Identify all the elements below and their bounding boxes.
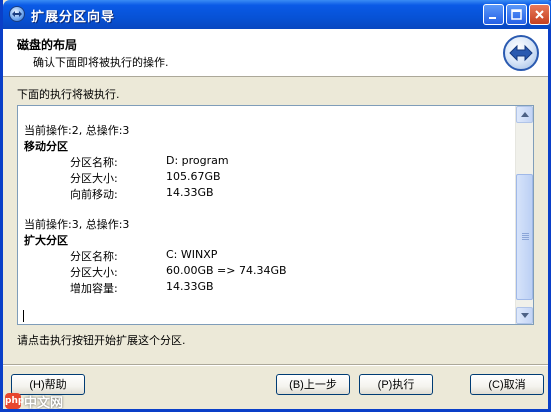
minimize-button[interactable] — [483, 4, 504, 25]
op1-row: 分区名称: D: program — [18, 154, 498, 169]
watermark: php 中文网 — [5, 392, 64, 411]
title-bar[interactable]: 扩展分区向导 — [3, 0, 551, 29]
header-title: 磁盘的布局 — [17, 38, 78, 52]
op1-row-label: 分区名称: — [70, 156, 118, 169]
op2-row-value: 14.33GB — [166, 280, 214, 293]
op2-row: 增加容量: 14.33GB — [18, 280, 498, 295]
close-button[interactable] — [529, 4, 550, 25]
scroll-down-button[interactable] — [516, 307, 533, 324]
resize-arrows-icon — [503, 35, 539, 71]
app-icon — [9, 6, 25, 22]
op1-status: 当前操作:2, 总操作:3 — [24, 124, 130, 137]
wizard-header: 磁盘的布局 确认下面即将被执行的操作. — [3, 29, 548, 77]
cancel-button[interactable]: (C)取消 — [470, 374, 544, 395]
op1-row-value: 105.67GB — [166, 170, 221, 183]
text-caret — [23, 310, 24, 322]
watermark-text: 中文网 — [24, 395, 64, 411]
op2-row-value: 60.00GB => 74.34GB — [166, 264, 287, 277]
vertical-scrollbar[interactable] — [515, 106, 533, 324]
op1-row-label: 向前移动: — [70, 188, 118, 201]
scroll-grip-icon — [522, 233, 529, 241]
prompt-text: 请点击执行按钮开始扩展这个分区. — [17, 334, 186, 347]
op2-row-label: 增加容量: — [70, 282, 118, 295]
op2-status: 当前操作:3, 总操作:3 — [24, 218, 130, 231]
op1-row-value: D: program — [166, 154, 229, 167]
op1-row-value: 14.33GB — [166, 186, 214, 199]
op2-row-label: 分区名称: — [70, 250, 118, 263]
op2-row: 分区大小: 60.00GB => 74.34GB — [18, 264, 498, 279]
maximize-button[interactable] — [506, 4, 527, 25]
window-title: 扩展分区向导 — [31, 10, 116, 25]
op1-name: 移动分区 — [24, 140, 68, 153]
intro-text: 下面的执行将被执行. — [17, 88, 120, 101]
operations-log-content: 当前操作:2, 总操作:3 移动分区 分区名称: D: program 分区大小… — [18, 106, 517, 324]
button-divider — [3, 364, 548, 366]
op2-row-value: C: WINXP — [166, 248, 218, 261]
scroll-thumb[interactable] — [516, 174, 533, 300]
op1-row: 向前移动: 14.33GB — [18, 186, 498, 201]
wizard-window: 扩展分区向导 磁盘的布局 确认下面即将被执行的操作. 下面的执行将被执行. 当前… — [0, 0, 551, 412]
scroll-up-button[interactable] — [516, 106, 533, 123]
operations-log[interactable]: 当前操作:2, 总操作:3 移动分区 分区名称: D: program 分区大小… — [17, 105, 534, 325]
watermark-logo-icon: php — [5, 393, 24, 409]
header-subtitle: 确认下面即将被执行的操作. — [33, 56, 169, 69]
op1-row-label: 分区大小: — [70, 172, 118, 185]
execute-button[interactable]: (P)执行 — [359, 374, 433, 395]
op1-row: 分区大小: 105.67GB — [18, 170, 498, 185]
op2-name: 扩大分区 — [24, 234, 68, 247]
op2-row: 分区名称: C: WINXP — [18, 248, 498, 263]
back-button[interactable]: (B)上一步 — [276, 374, 350, 395]
op2-row-label: 分区大小: — [70, 266, 118, 279]
